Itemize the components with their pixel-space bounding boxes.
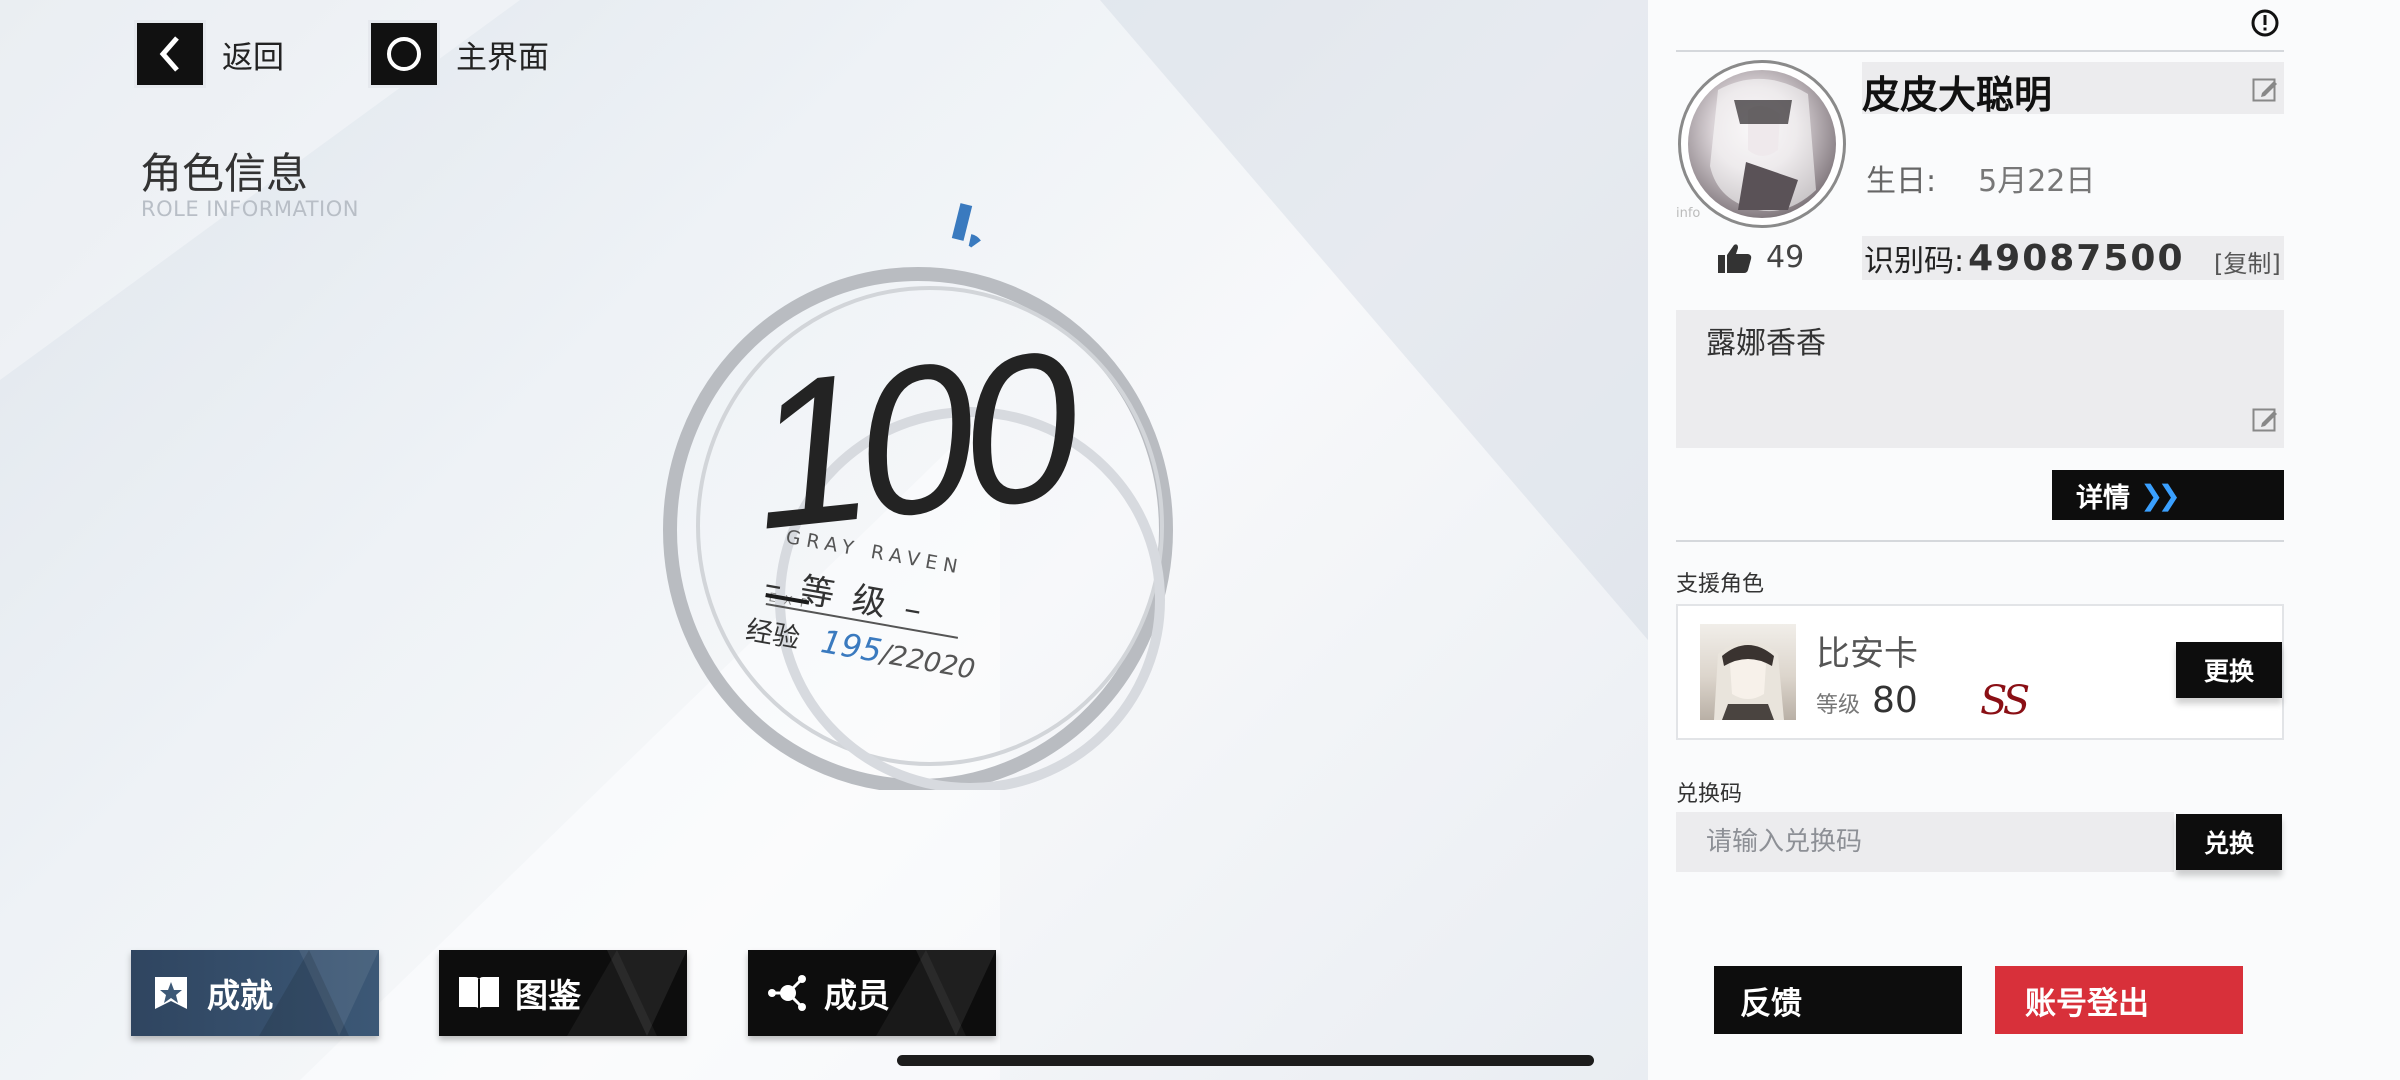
thumbs-up-icon bbox=[1718, 243, 1752, 273]
feedback-button[interactable]: 反馈 bbox=[1714, 966, 1962, 1034]
avatar-image bbox=[1688, 70, 1836, 218]
support-character-portrait bbox=[1700, 624, 1796, 720]
redeem-button[interactable]: 兑换 bbox=[2176, 814, 2282, 870]
home-indicator[interactable] bbox=[897, 1055, 1594, 1066]
back-button[interactable]: 返回 bbox=[134, 20, 284, 88]
archive-button[interactable]: 图鉴 bbox=[439, 950, 687, 1036]
back-label: 返回 bbox=[222, 39, 284, 76]
circle-home-icon bbox=[368, 20, 440, 88]
player-name: 皮皮大聪明 bbox=[1862, 73, 2053, 117]
network-icon bbox=[766, 971, 810, 1015]
main-area: 返回 主界面 角色信息 ROLE INFORMATION 100 GRAY RA… bbox=[0, 0, 1648, 1080]
star-flag-icon bbox=[149, 971, 193, 1015]
change-support-button[interactable]: 更换 bbox=[2176, 642, 2282, 698]
page-title: 角色信息 bbox=[140, 149, 309, 198]
divider bbox=[1676, 540, 2284, 542]
like-count: 49 bbox=[1766, 240, 1805, 275]
decor-triangles bbox=[567, 950, 687, 1036]
support-level-label: 等级 bbox=[1816, 693, 1861, 718]
decor-triangles bbox=[876, 950, 996, 1036]
copy-id-button[interactable]: [复制] bbox=[2214, 244, 2281, 279]
logout-label: 账号登出 bbox=[2025, 985, 2149, 1022]
members-button[interactable]: 成员 bbox=[748, 950, 996, 1036]
book-icon bbox=[457, 971, 501, 1015]
feedback-label: 反馈 bbox=[1740, 985, 1802, 1022]
support-character-name: 比安卡 bbox=[1816, 634, 1918, 674]
support-rank-badge: SS bbox=[1980, 678, 2030, 724]
details-button[interactable]: 详情 ❯❯ bbox=[2052, 470, 2284, 520]
home-button[interactable]: 主界面 bbox=[368, 20, 549, 88]
avatar-caption: info bbox=[1676, 206, 1701, 221]
birthday-label: 生日: bbox=[1866, 164, 1937, 199]
avatar[interactable] bbox=[1678, 60, 1846, 228]
like-button[interactable]: 49 bbox=[1718, 240, 1804, 275]
player-id: 识别码: 49087500 bbox=[1864, 236, 2185, 280]
page-subtitle: ROLE INFORMATION bbox=[141, 197, 359, 221]
birthday: 生日: 5月22日 bbox=[1866, 156, 2095, 200]
info-icon[interactable] bbox=[2250, 8, 2280, 38]
divider bbox=[1676, 50, 2284, 52]
redeem-code-input[interactable] bbox=[1676, 812, 2174, 872]
support-level-value: 80 bbox=[1872, 680, 1918, 721]
details-label: 详情 bbox=[2076, 482, 2130, 514]
home-label: 主界面 bbox=[456, 39, 549, 76]
redeem-section-label: 兑换码 bbox=[1676, 782, 1743, 807]
support-level: 等级 80 bbox=[1816, 680, 1918, 721]
level-value: 100 bbox=[741, 307, 1079, 574]
edit-name-icon[interactable] bbox=[2252, 76, 2278, 102]
support-section-label: 支援角色 bbox=[1676, 572, 1765, 597]
id-value: 49087500 bbox=[1968, 237, 2185, 279]
decor-triangles bbox=[259, 950, 379, 1036]
logout-button[interactable]: 账号登出 bbox=[1995, 966, 2243, 1034]
chevron-left-icon bbox=[134, 20, 206, 88]
achievement-button[interactable]: 成就 bbox=[131, 950, 379, 1036]
double-chevron-right-icon: ❯❯ bbox=[2140, 478, 2181, 512]
birthday-value: 5月22日 bbox=[1978, 164, 2096, 199]
edit-signature-icon[interactable] bbox=[2252, 406, 2278, 432]
signature-text: 露娜香香 bbox=[1706, 326, 1826, 361]
id-label: 识别码: bbox=[1864, 244, 1965, 279]
